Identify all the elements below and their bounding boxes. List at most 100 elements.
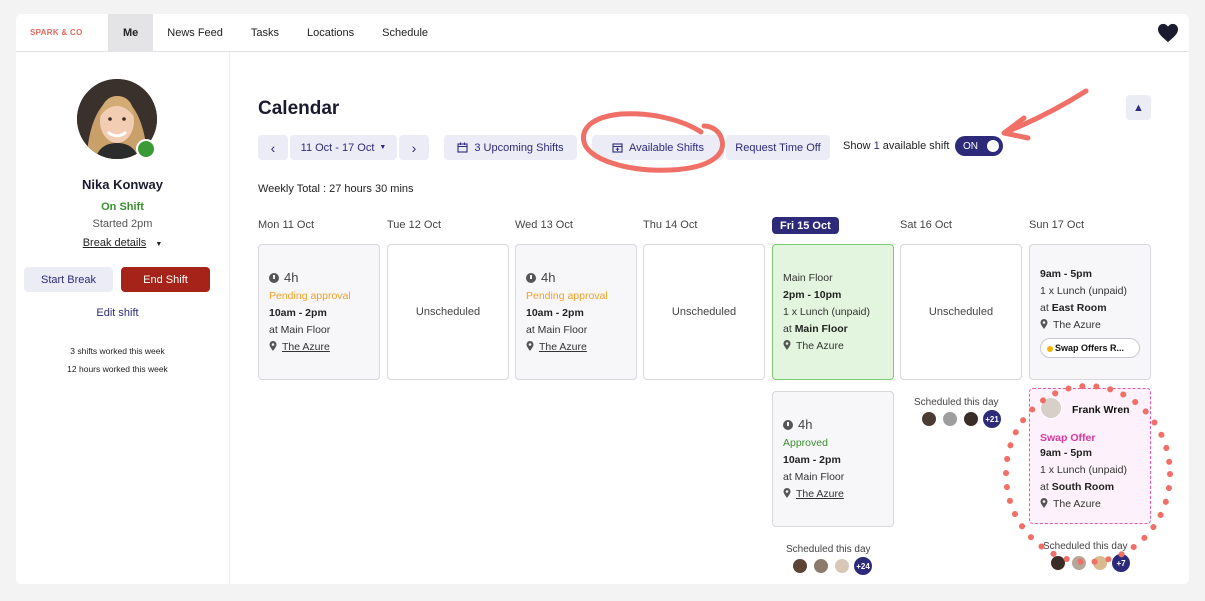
shift-time: 10am - 2pm (783, 454, 841, 466)
avatar (963, 411, 979, 427)
nav-locations[interactable]: Locations (293, 14, 368, 52)
shift-status: On Shift (101, 201, 144, 213)
location-pin-icon (526, 341, 534, 351)
shift-lunch: 1 x Lunch (unpaid) (1040, 285, 1127, 297)
more-people-badge[interactable]: +24 (854, 557, 872, 575)
calendar-panel: Calendar ▲ ‹ 11 Oct - 17 Oct ▼ › 3 Upcom… (229, 52, 1189, 584)
chevron-up-icon: ▲ (1133, 101, 1144, 114)
nav-tasks[interactable]: Tasks (237, 14, 293, 52)
shift-hours: 4h (284, 270, 299, 285)
nav-schedule[interactable]: Schedule (368, 14, 442, 52)
shift-location: The Azure (796, 340, 844, 352)
break-details-toggle[interactable]: Break details ▼ (16, 237, 229, 249)
prev-week-button[interactable]: ‹ (258, 135, 288, 160)
show-prefix: Show (843, 140, 871, 152)
shift-status: Approved (783, 437, 828, 449)
swap-offer-label: Swap Offer (1040, 432, 1096, 444)
show-available-toggle[interactable]: ON (955, 136, 1003, 156)
shift-card-wed[interactable]: 4h Pending approval 10am - 2pm at Main F… (515, 244, 637, 380)
calendar-plus-icon (612, 143, 623, 153)
day-header-fri-today: Fri 15 Oct (772, 217, 839, 234)
available-shifts-button[interactable]: Available Shifts (592, 135, 724, 160)
weekly-total: Weekly Total : 27 hours 30 mins (258, 183, 414, 195)
day-header-mon: Mon 11 Oct (258, 219, 315, 231)
shift-card-mon[interactable]: 4h Pending approval 10am - 2pm at Main F… (258, 244, 380, 380)
avatar (1040, 397, 1062, 419)
scheduled-label-fri: Scheduled this day (786, 544, 871, 555)
shift-location: The Azure (1053, 319, 1101, 331)
avatar (1071, 555, 1087, 571)
unscheduled-card-tue: Unscheduled (387, 244, 509, 380)
shift-area: at Main Floor (269, 324, 331, 336)
shift-room: Main Floor (794, 323, 848, 335)
caret-down-icon: ▼ (155, 241, 163, 248)
shift-area: at Main Floor (783, 471, 845, 483)
clock-icon (783, 420, 793, 430)
shift-location-link[interactable]: The Azure (796, 488, 844, 500)
brand-logo: SPARK & CO (30, 28, 83, 37)
toggle-knob (987, 140, 999, 152)
date-range-label: 11 Oct - 17 Oct (300, 141, 375, 154)
break-details-label: Break details (82, 237, 147, 249)
at-prefix: at (1040, 481, 1049, 493)
shift-location-link[interactable]: The Azure (539, 341, 587, 353)
page-title: Calendar (258, 98, 340, 119)
more-people-badge[interactable]: +7 (1112, 554, 1130, 572)
shift-area: at Main Floor (526, 324, 588, 336)
hours-worked-stat: 12 hours worked this week (67, 364, 168, 374)
nav-me[interactable]: Me (108, 14, 154, 52)
show-available-label: Show 1 available shift (843, 140, 949, 152)
chevron-left-icon: ‹ (270, 139, 276, 156)
day-header-thu: Thu 14 Oct (643, 219, 698, 231)
avatar (942, 411, 958, 427)
shift-status: Pending approval (269, 290, 351, 302)
heart-icon[interactable] (1157, 23, 1179, 43)
unscheduled-card-thu: Unscheduled (643, 244, 765, 380)
location-pin-icon (1040, 319, 1048, 329)
shift-time: 9am - 5pm (1040, 447, 1092, 459)
start-break-button[interactable]: Start Break (24, 267, 113, 292)
location-pin-icon (783, 488, 791, 498)
swap-person-name: Frank Wren (1072, 404, 1130, 416)
scheduled-label-sat: Scheduled this day (914, 397, 999, 408)
user-name: Nika Konway (82, 177, 163, 192)
shift-card-sun[interactable]: 9am - 5pm 1 x Lunch (unpaid) at East Roo… (1029, 244, 1151, 380)
shift-location: The Azure (1053, 498, 1101, 510)
swap-offers-badge[interactable]: Swap Offers R... (1040, 338, 1140, 358)
shift-location-link[interactable]: The Azure (282, 341, 330, 353)
show-suffix: available shift (882, 140, 950, 152)
avatar (792, 558, 808, 574)
upcoming-shifts-button[interactable]: 3 Upcoming Shifts (444, 135, 577, 160)
shift-time: 10am - 2pm (269, 307, 327, 319)
calendar-icon (457, 142, 468, 153)
shift-room: South Room (1051, 481, 1115, 493)
avatar (813, 558, 829, 574)
edit-shift-link[interactable]: Edit shift (16, 307, 219, 319)
avatar (834, 558, 850, 574)
online-status-icon (136, 139, 156, 159)
upcoming-shifts-label: 3 Upcoming Shifts (474, 141, 564, 154)
chevron-right-icon: › (411, 139, 417, 156)
date-range-select[interactable]: 11 Oct - 17 Oct ▼ (290, 135, 397, 160)
shift-card-fri-second[interactable]: 4h Approved 10am - 2pm at Main Floor The… (772, 391, 894, 527)
shift-hours: 4h (541, 270, 556, 285)
caret-down-icon: ▼ (379, 144, 387, 151)
nav-news-feed[interactable]: News Feed (153, 14, 237, 52)
collapse-button[interactable]: ▲ (1126, 95, 1151, 120)
more-people-badge[interactable]: +21 (983, 410, 1001, 428)
at-prefix: at (1040, 302, 1049, 314)
avatar (921, 411, 937, 427)
available-shifts-label: Available Shifts (628, 141, 704, 154)
end-shift-button[interactable]: End Shift (121, 267, 210, 292)
shift-start-time: Started 2pm (92, 218, 153, 230)
scheduled-label-sun: Scheduled this day (1043, 541, 1128, 552)
request-time-off-button[interactable]: Request Time Off (726, 135, 830, 160)
shift-room: East Room (1051, 302, 1107, 314)
clock-icon (526, 273, 536, 283)
shift-card-fri-current[interactable]: Main Floor 2pm - 10pm 1 x Lunch (unpaid)… (772, 244, 894, 380)
swap-offer-card[interactable]: Frank Wren Swap Offer 9am - 5pm 1 x Lunc… (1029, 388, 1151, 524)
location-pin-icon (783, 340, 791, 350)
next-week-button[interactable]: › (399, 135, 429, 160)
avatar (1092, 555, 1108, 571)
shift-lunch: 1 x Lunch (unpaid) (1040, 464, 1127, 476)
